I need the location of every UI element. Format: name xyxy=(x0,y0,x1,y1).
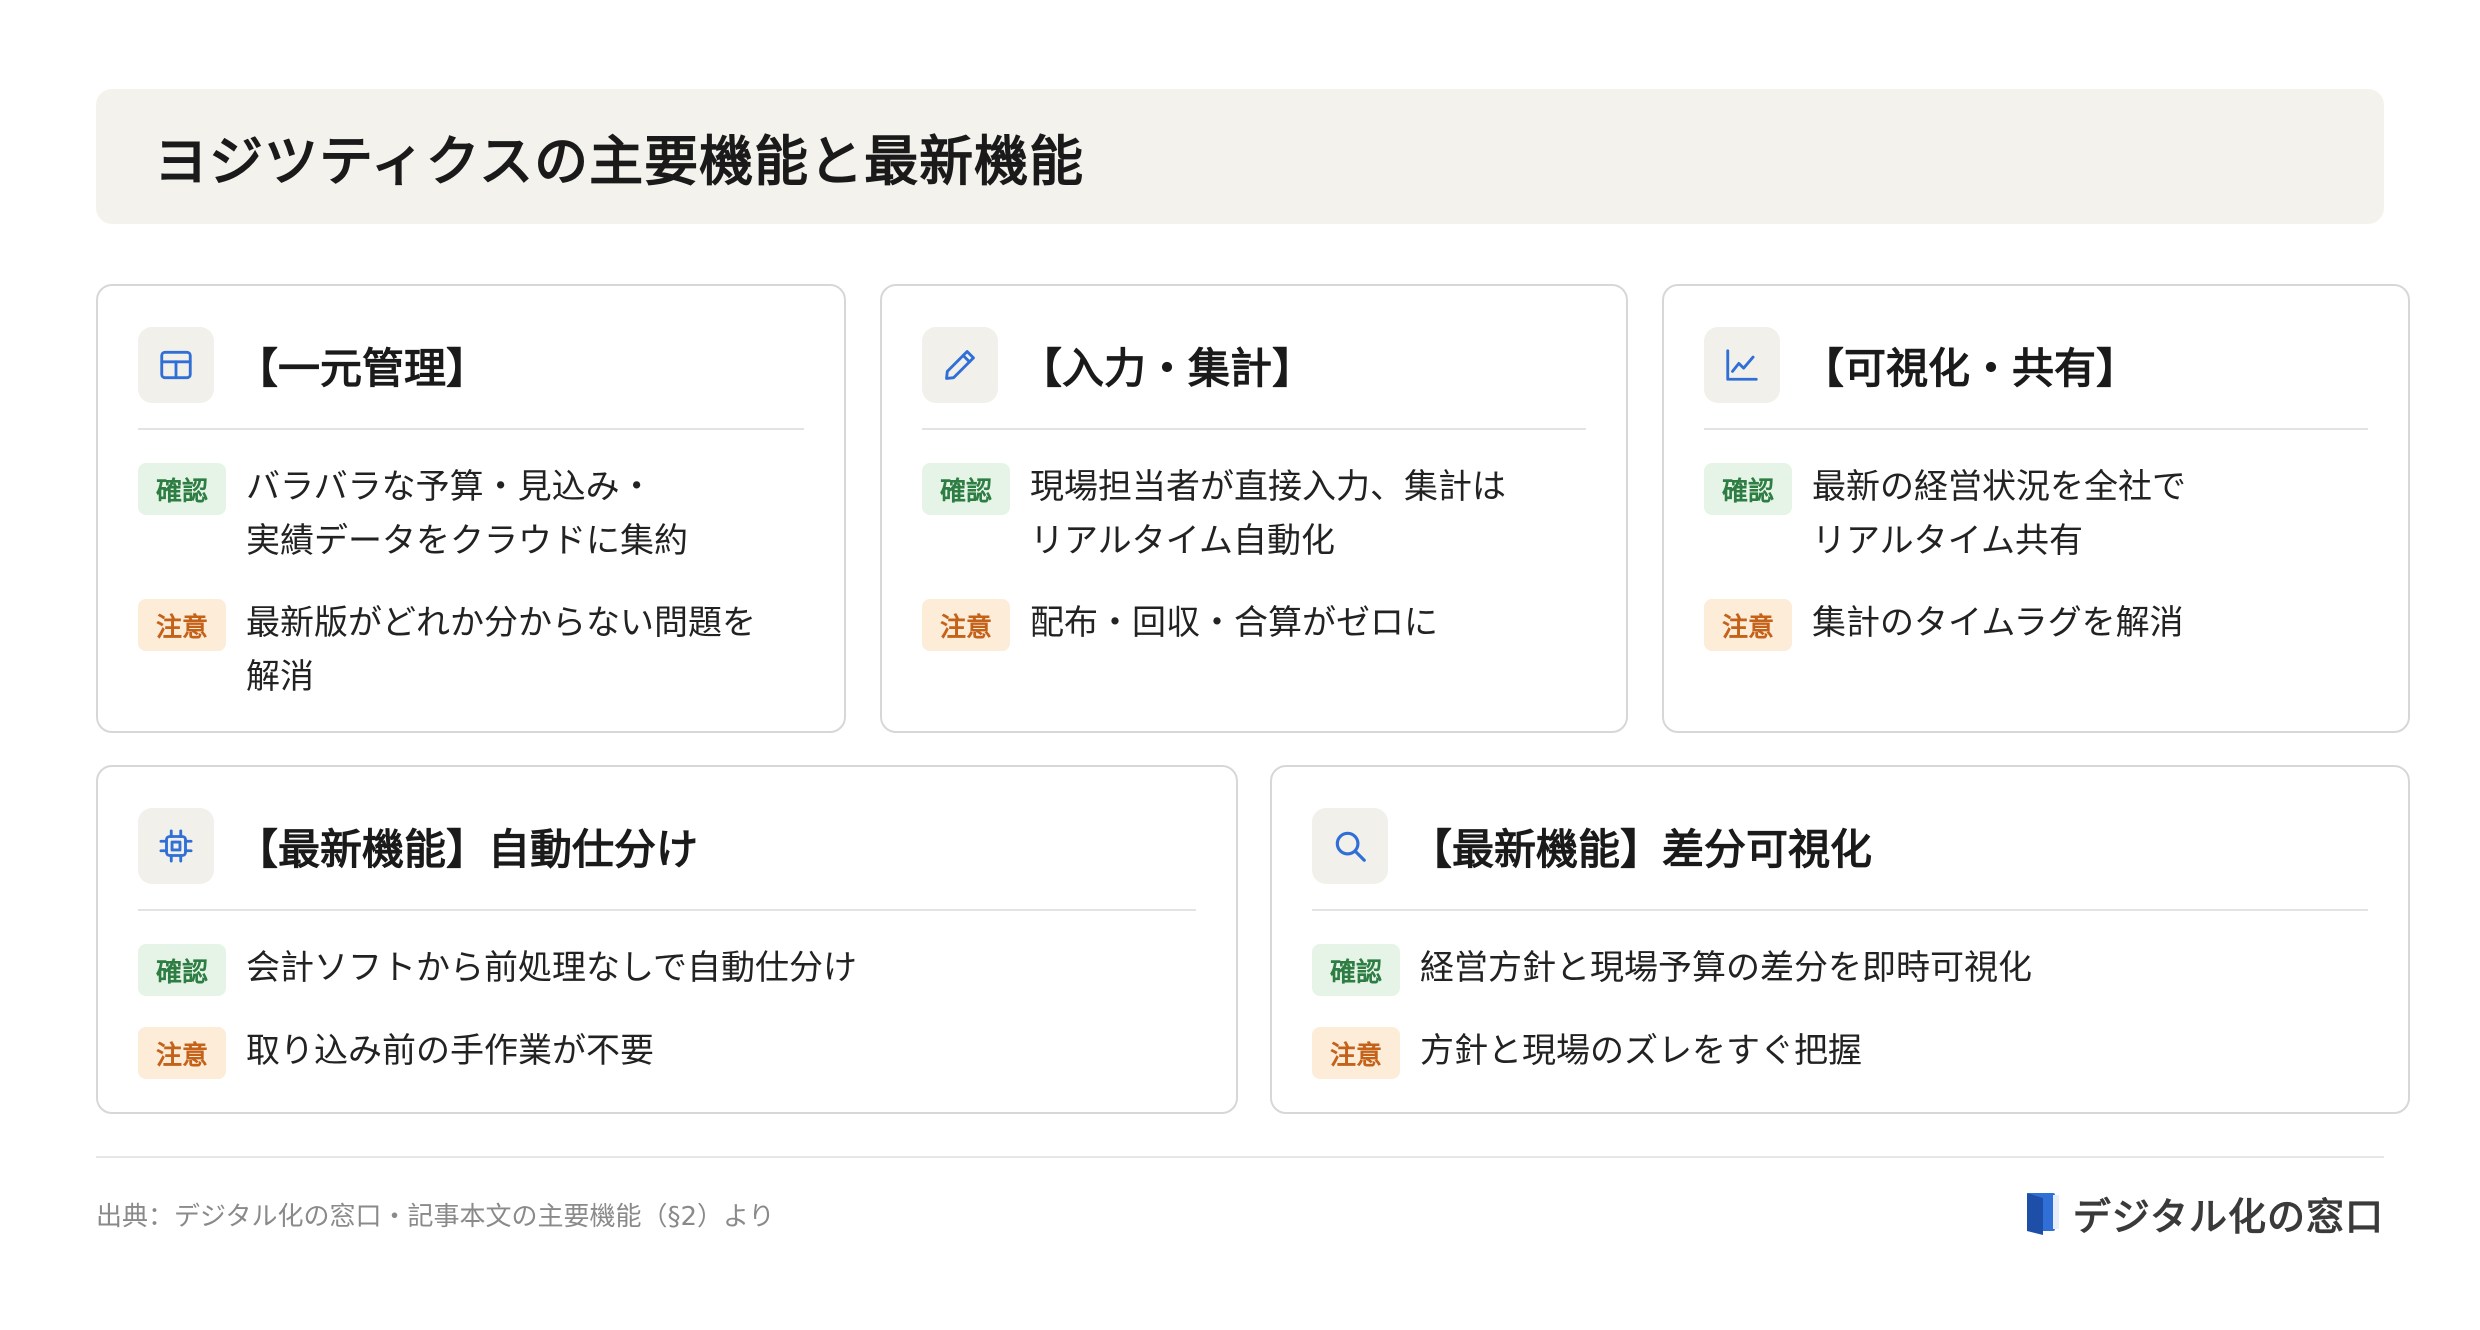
divider xyxy=(1312,909,2368,911)
confirm-row: 確認 バラバラな予算・見込み・ 実績データをクラウドに集約 xyxy=(138,460,804,568)
card-title: 【入力・集計】 xyxy=(1020,343,1315,393)
caution-text: 配布・回収・合算がゼロに xyxy=(1030,603,1438,643)
chip-icon xyxy=(138,808,214,884)
feature-card-input: 【入力・集計】 確認 現場担当者が直接入力、集計は リアルタイム自動化 注意 配… xyxy=(880,284,1628,733)
source-note: 出典：デジタル化の窓口・記事本文の主要機能（§2）より xyxy=(96,1202,775,1232)
card-title: 【可視化・共有】 xyxy=(1802,343,2139,393)
divider xyxy=(138,909,1196,911)
card-title: 【最新機能】差分可視化 xyxy=(1410,824,1873,874)
feature-card-visualize: 【可視化・共有】 確認 最新の経営状況を全社で リアルタイム共有 注意 集計のタ… xyxy=(1662,284,2410,733)
caution-row: 注意 取り込み前の手作業が不要 xyxy=(138,1024,1196,1079)
caution-badge: 注意 xyxy=(1704,599,1792,651)
feature-card-diff-visualize: 【最新機能】差分可視化 確認 経営方針と現場予算の差分を即時可視化 注意 方針と… xyxy=(1270,765,2410,1114)
feature-card-auto-journal: 【最新機能】自動仕分け 確認 会計ソフトから前処理なしで自動仕分け 注意 取り込… xyxy=(96,765,1238,1114)
caution-text: 最新版がどれか分からない問題を 解消 xyxy=(246,603,756,697)
door-logo-icon xyxy=(2023,1189,2063,1239)
confirm-row: 確認 最新の経営状況を全社で リアルタイム共有 xyxy=(1704,460,2368,568)
footer-divider xyxy=(96,1156,2384,1158)
brand-name: デジタル化の窓口 xyxy=(2072,1195,2384,1239)
confirm-text: 会計ソフトから前処理なしで自動仕分け xyxy=(246,948,857,988)
page-title: ヨジツティクスの主要機能と最新機能 xyxy=(154,130,1085,193)
caution-text: 取り込み前の手作業が不要 xyxy=(246,1031,654,1071)
caution-badge: 注意 xyxy=(1312,1027,1400,1079)
confirm-badge: 確認 xyxy=(1704,463,1792,515)
feature-card-centralized: 【一元管理】 確認 バラバラな予算・見込み・ 実績データをクラウドに集約 注意 … xyxy=(96,284,846,733)
line-chart-icon xyxy=(1704,327,1780,403)
card-title: 【最新機能】自動仕分け xyxy=(236,824,699,874)
confirm-badge: 確認 xyxy=(1312,944,1400,996)
caution-badge: 注意 xyxy=(138,599,226,651)
confirm-badge: 確認 xyxy=(138,944,226,996)
confirm-text: 現場担当者が直接入力、集計は リアルタイム自動化 xyxy=(1030,467,1506,561)
confirm-row: 確認 現場担当者が直接入力、集計は リアルタイム自動化 xyxy=(922,460,1586,568)
caution-text: 方針と現場のズレをすぐ把握 xyxy=(1420,1031,1862,1071)
confirm-badge: 確認 xyxy=(922,463,1010,515)
divider xyxy=(138,428,804,430)
pencil-icon xyxy=(922,327,998,403)
confirm-text: バラバラな予算・見込み・ 実績データをクラウドに集約 xyxy=(246,467,688,561)
caution-row: 注意 方針と現場のズレをすぐ把握 xyxy=(1312,1024,2368,1079)
caution-row: 注意 集計のタイムラグを解消 xyxy=(1704,596,2368,651)
caution-badge: 注意 xyxy=(138,1027,226,1079)
divider xyxy=(922,428,1586,430)
table-icon xyxy=(138,327,214,403)
caution-badge: 注意 xyxy=(922,599,1010,651)
caution-row: 注意 配布・回収・合算がゼロに xyxy=(922,596,1586,651)
confirm-text: 最新の経営状況を全社で リアルタイム共有 xyxy=(1812,467,2186,561)
card-title: 【一元管理】 xyxy=(236,343,489,393)
caution-row: 注意 最新版がどれか分からない問題を 解消 xyxy=(138,596,804,704)
caution-text: 集計のタイムラグを解消 xyxy=(1812,603,2184,643)
divider xyxy=(1704,428,2368,430)
brand-logo: デジタル化の窓口 xyxy=(2023,1186,2384,1241)
search-icon xyxy=(1312,808,1388,884)
confirm-badge: 確認 xyxy=(138,463,226,515)
confirm-row: 確認 会計ソフトから前処理なしで自動仕分け xyxy=(138,941,1196,996)
confirm-text: 経営方針と現場予算の差分を即時可視化 xyxy=(1420,948,2032,988)
confirm-row: 確認 経営方針と現場予算の差分を即時可視化 xyxy=(1312,941,2368,996)
page-header: ヨジツティクスの主要機能と最新機能 xyxy=(96,89,2384,224)
